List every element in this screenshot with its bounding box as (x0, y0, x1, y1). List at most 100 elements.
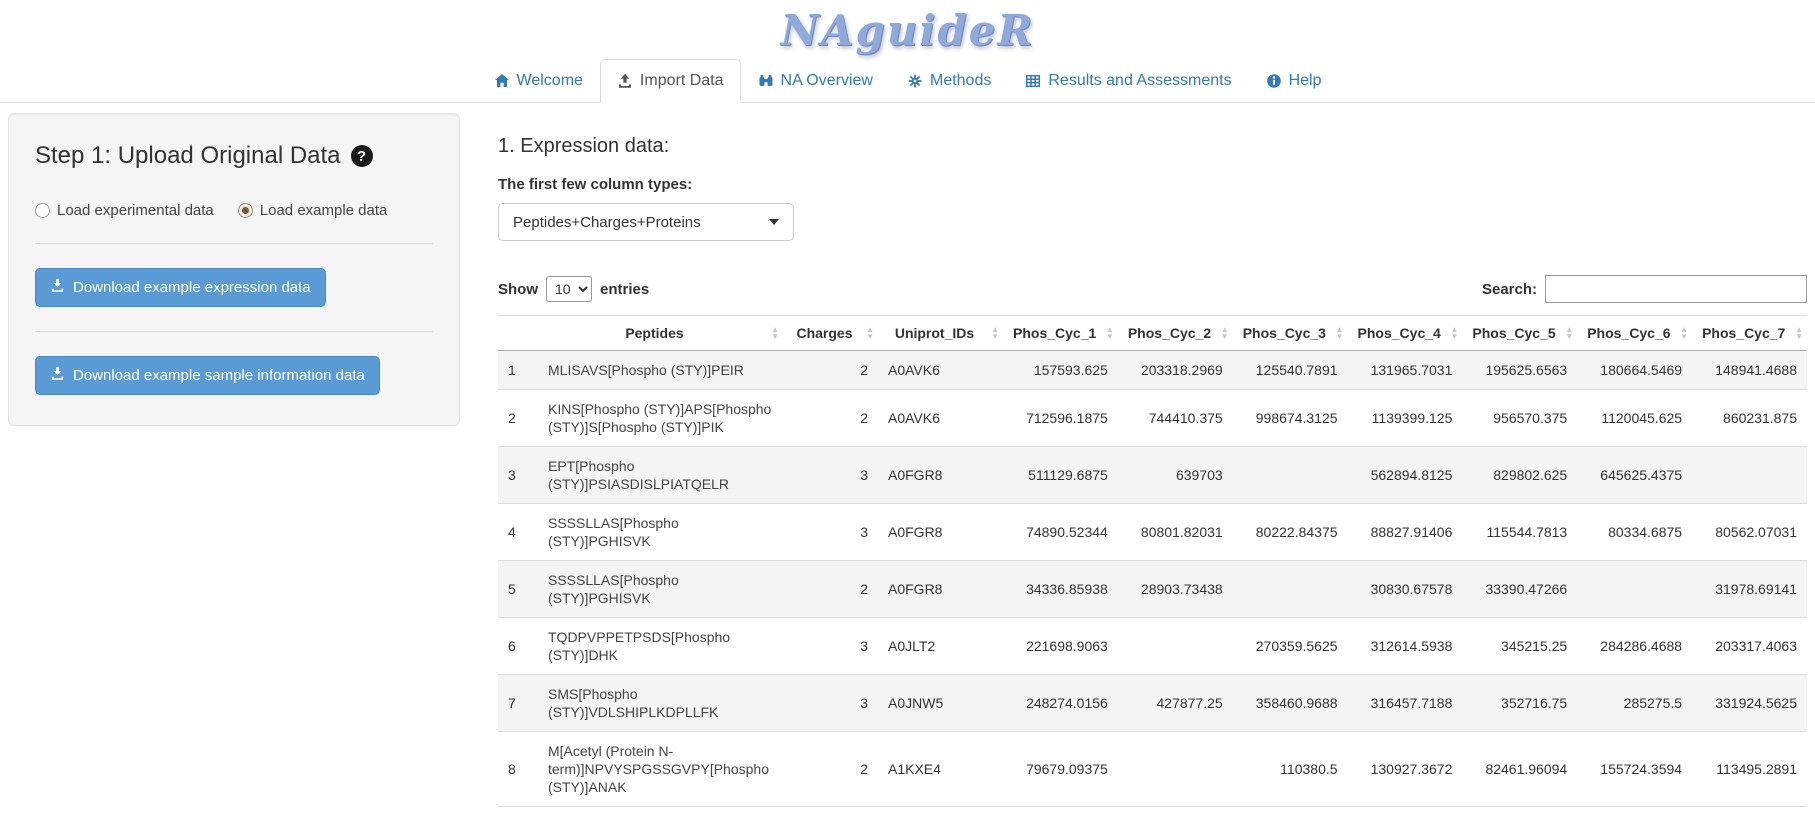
divider (35, 331, 433, 332)
table-row[interactable]: 3EPT[Phospho (STY)]PSIASDISLPIATQELR3A0F… (498, 447, 1807, 504)
show-label: Show (498, 281, 538, 298)
intensity-value-cell: 358460.9688 (1233, 675, 1348, 732)
column-header-phos-cyc-1[interactable]: Phos_Cyc_1 ▲▼ (1003, 316, 1118, 351)
intensity-value-cell: 312614.5938 (1348, 618, 1463, 675)
table-row[interactable]: 5SSSSLLAS[Phospho (STY)]PGHISVK2A0FGR834… (498, 561, 1807, 618)
column-header-phos-cyc-2[interactable]: Phos_Cyc_2 ▲▼ (1118, 316, 1233, 351)
column-types-select[interactable]: Peptides+Charges+Proteins (498, 203, 794, 241)
table-row[interactable]: 1MLISAVS[Phospho (STY)]PEIR2A0AVK6157593… (498, 351, 1807, 390)
column-header-label: Phos_Cyc_6 (1587, 325, 1670, 341)
sort-icon: ▲▼ (1795, 326, 1803, 340)
column-header-label: Charges (796, 325, 852, 341)
intensity-value-cell: 113495.2891 (1692, 732, 1807, 807)
button-label: Download example expression data (73, 279, 311, 296)
tab-welcome[interactable]: Welcome (477, 59, 600, 103)
sort-icon: ▲▼ (991, 326, 999, 340)
row-index-cell: 3 (498, 447, 538, 504)
peptide-cell: SSSSLLAS[Phospho (STY)]PGHISVK (538, 504, 783, 561)
intensity-value-cell: 221698.9063 (1003, 618, 1118, 675)
intensity-value-cell: 639703 (1118, 447, 1233, 504)
uniprot-cell: A0FGR8 (878, 504, 1003, 561)
table-row[interactable]: 4SSSSLLAS[Phospho (STY)]PGHISVK3A0FGR874… (498, 504, 1807, 561)
expression-table: Peptides ▲▼ Charges ▲▼ Uniprot_IDs ▲▼ Ph… (498, 315, 1807, 807)
intensity-value-cell (1577, 561, 1692, 618)
tab-na-overview[interactable]: NA Overview (741, 59, 890, 103)
gears-icon (907, 73, 923, 89)
column-header-charges[interactable]: Charges ▲▼ (783, 316, 878, 351)
intensity-value-cell: 148941.4688 (1692, 351, 1807, 390)
page-length-select[interactable]: 10 (546, 276, 592, 302)
intensity-value-cell: 284286.4688 (1577, 618, 1692, 675)
intensity-value-cell: 285275.5 (1577, 675, 1692, 732)
download-expression-data-button[interactable]: Download example expression data (35, 268, 326, 307)
charge-cell: 3 (783, 675, 878, 732)
row-index-cell: 4 (498, 504, 538, 561)
column-header-phos-cyc-7[interactable]: Phos_Cyc_7 ▲▼ (1692, 316, 1807, 351)
row-index-cell: 5 (498, 561, 538, 618)
intensity-value-cell: 130927.3672 (1348, 732, 1463, 807)
search-control: Search: (1482, 275, 1807, 303)
uniprot-cell: A0JNW5 (878, 675, 1003, 732)
intensity-value-cell: 1120045.625 (1577, 390, 1692, 447)
table-row[interactable]: 2KINS[Phospho (STY)]APS[Phospho (STY)]S[… (498, 390, 1807, 447)
intensity-value-cell: 270359.5625 (1233, 618, 1348, 675)
tab-methods[interactable]: Methods (890, 59, 1008, 103)
column-header-label: Phos_Cyc_5 (1472, 325, 1555, 341)
radio-load-experimental[interactable]: Load experimental data (35, 202, 214, 219)
column-header-uniprot-ids[interactable]: Uniprot_IDs ▲▼ (878, 316, 1003, 351)
column-header-label: Phos_Cyc_3 (1243, 325, 1326, 341)
intensity-value-cell: 34336.85938 (1003, 561, 1118, 618)
download-icon (50, 366, 65, 385)
column-header-peptides[interactable]: Peptides ▲▼ (538, 316, 783, 351)
panel-title: Step 1: Upload Original Data (35, 142, 341, 170)
intensity-value-cell: 352716.75 (1462, 675, 1577, 732)
intensity-value-cell: 115544.7813 (1462, 504, 1577, 561)
search-input[interactable] (1545, 275, 1807, 303)
intensity-value-cell: 956570.375 (1462, 390, 1577, 447)
intensity-value-cell (1233, 447, 1348, 504)
upload-panel: Step 1: Upload Original Data ? Load expe… (8, 113, 460, 426)
tab-label: Help (1289, 72, 1322, 90)
tab-help[interactable]: Help (1249, 59, 1339, 103)
radio-load-example[interactable]: Load example data (238, 202, 388, 219)
search-label: Search: (1482, 281, 1537, 298)
column-header-phos-cyc-3[interactable]: Phos_Cyc_3 ▲▼ (1233, 316, 1348, 351)
intensity-value-cell: 88827.91406 (1348, 504, 1463, 561)
intensity-value-cell (1692, 447, 1807, 504)
intensity-value-cell: 30830.67578 (1348, 561, 1463, 618)
charge-cell: 2 (783, 732, 878, 807)
intensity-value-cell: 562894.8125 (1348, 447, 1463, 504)
tab-label: Import Data (640, 72, 724, 90)
intensity-value-cell: 110380.5 (1233, 732, 1348, 807)
column-header-phos-cyc-6[interactable]: Phos_Cyc_6 ▲▼ (1577, 316, 1692, 351)
peptide-cell: EPT[Phospho (STY)]PSIASDISLPIATQELR (538, 447, 783, 504)
table-row[interactable]: 6TQDPVPPETPSDS[Phospho (STY)]DHK3A0JLT22… (498, 618, 1807, 675)
question-help-icon[interactable]: ? (351, 145, 373, 167)
datatable-controls: Show 10 entries Search: (498, 275, 1807, 303)
expression-table-body: 1MLISAVS[Phospho (STY)]PEIR2A0AVK6157593… (498, 351, 1807, 807)
column-header-label: Uniprot_IDs (895, 325, 974, 341)
table-row[interactable]: 7SMS[Phospho (STY)]VDLSHIPLKDPLLFK3A0JNW… (498, 675, 1807, 732)
intensity-value-cell: 427877.25 (1118, 675, 1233, 732)
table-header-row: Peptides ▲▼ Charges ▲▼ Uniprot_IDs ▲▼ Ph… (498, 316, 1807, 351)
home-icon (494, 73, 510, 89)
intensity-value-cell: 125540.7891 (1233, 351, 1348, 390)
column-header-label: Phos_Cyc_4 (1358, 325, 1441, 341)
download-icon (50, 278, 65, 297)
upload-icon (617, 73, 633, 89)
download-sample-info-button[interactable]: Download example sample information data (35, 356, 380, 395)
tab-label: NA Overview (781, 72, 873, 90)
intensity-value-cell: 203317.4063 (1692, 618, 1807, 675)
tab-results-assessments[interactable]: Results and Assessments (1008, 59, 1248, 103)
column-header-phos-cyc-5[interactable]: Phos_Cyc_5 ▲▼ (1462, 316, 1577, 351)
table-row[interactable]: 8M[Acetyl (Protein N-term)]NPVYSPGSSGVPY… (498, 732, 1807, 807)
intensity-value-cell (1118, 618, 1233, 675)
intensity-value-cell: 155724.3594 (1577, 732, 1692, 807)
column-header-index (498, 316, 538, 351)
uniprot-cell: A0JLT2 (878, 618, 1003, 675)
tab-import-data[interactable]: Import Data (600, 59, 741, 103)
column-header-phos-cyc-4[interactable]: Phos_Cyc_4 ▲▼ (1348, 316, 1463, 351)
peptide-cell: M[Acetyl (Protein N-term)]NPVYSPGSSGVPY[… (538, 732, 783, 807)
intensity-value-cell: 131965.7031 (1348, 351, 1463, 390)
charge-cell: 3 (783, 504, 878, 561)
